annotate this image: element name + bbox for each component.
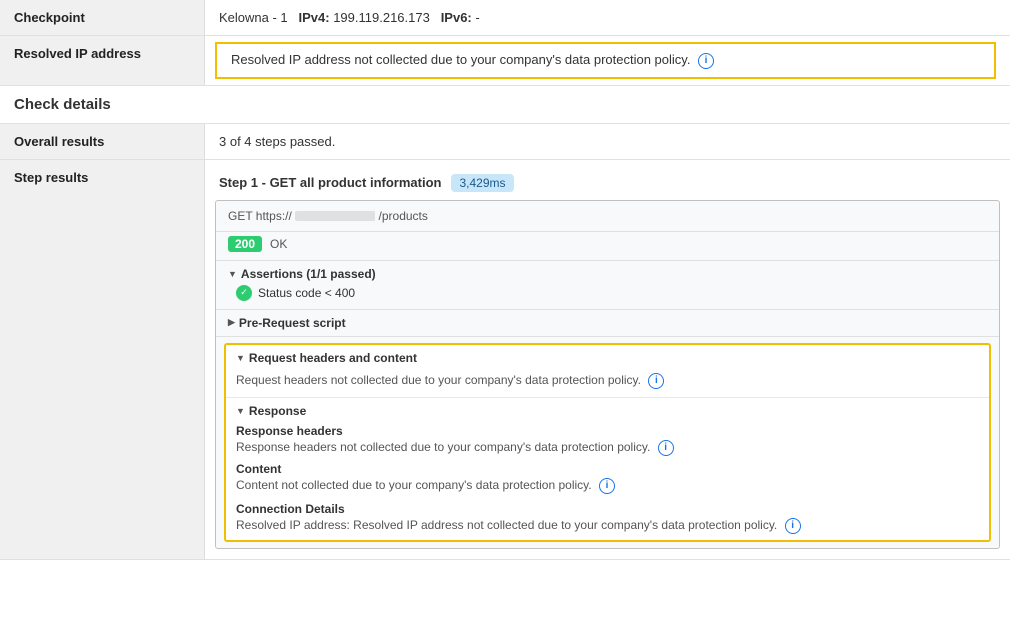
resolved-ip-box: Resolved IP address not collected due to… bbox=[215, 42, 996, 79]
content-message-text: Content not collected due to your compan… bbox=[236, 478, 592, 492]
req-headers-title[interactable]: ▼ Request headers and content bbox=[226, 345, 989, 371]
assertions-title-text: Assertions (1/1 passed) bbox=[241, 267, 376, 281]
assertion-1-text: Status code < 400 bbox=[258, 286, 355, 300]
checkpoint-label: Checkpoint bbox=[0, 0, 205, 35]
req-headers-message: Request headers not collected due to you… bbox=[236, 373, 641, 387]
checkpoint-location: Kelowna - 1 bbox=[219, 10, 288, 25]
pre-request-toggle-icon: ▶ bbox=[228, 317, 235, 328]
req-headers-info-icon[interactable]: i bbox=[648, 373, 664, 389]
response-headers-message: Response headers not collected due to yo… bbox=[236, 440, 650, 454]
step-detail-box: GET https:// /products 200 OK ▼ Assertio… bbox=[215, 200, 1000, 549]
step-duration-badge: 3,429ms bbox=[451, 174, 513, 192]
checkpoint-row: Checkpoint Kelowna - 1 IPv4: 199.119.216… bbox=[0, 0, 1010, 36]
step-header: Step 1 - GET all product information 3,4… bbox=[205, 168, 1010, 200]
assertion-check-icon: ✓ bbox=[236, 285, 252, 301]
overall-results-row: Overall results 3 of 4 steps passed. bbox=[0, 124, 1010, 160]
assertion-item-1: ✓ Status code < 400 bbox=[228, 281, 987, 303]
response-toggle-icon: ▼ bbox=[236, 406, 245, 416]
resolved-ip-row: Resolved IP address Resolved IP address … bbox=[0, 36, 1010, 86]
pre-request-title-text: Pre-Request script bbox=[239, 316, 346, 330]
response-title-text: Response bbox=[249, 404, 306, 418]
content-info-icon[interactable]: i bbox=[599, 478, 615, 494]
connection-details-content: Resolved IP address: Resolved IP address… bbox=[236, 518, 979, 534]
step-results-value-cell: Step 1 - GET all product information 3,4… bbox=[205, 160, 1010, 559]
http-url: https:// bbox=[256, 209, 292, 223]
ipv6-label: IPv6: bbox=[441, 10, 472, 25]
resolved-ip-message: Resolved IP address not collected due to… bbox=[231, 52, 690, 67]
connection-details-info-icon[interactable]: i bbox=[785, 518, 801, 534]
assertions-title[interactable]: ▼ Assertions (1/1 passed) bbox=[228, 267, 987, 281]
assertions-section: ▼ Assertions (1/1 passed) ✓ Status code … bbox=[216, 261, 999, 310]
req-headers-title-text: Request headers and content bbox=[249, 351, 417, 365]
resolved-ip-value-cell: Resolved IP address not collected due to… bbox=[205, 36, 1010, 85]
connection-details-title: Connection Details bbox=[236, 502, 979, 516]
http-url-redacted bbox=[295, 211, 375, 221]
content-title: Content bbox=[236, 462, 979, 476]
status-line: 200 OK bbox=[216, 232, 999, 261]
overall-results-value: 3 of 4 steps passed. bbox=[205, 124, 1010, 159]
pre-request-title[interactable]: ▶ Pre-Request script bbox=[228, 316, 987, 330]
step-results-label: Step results bbox=[0, 160, 205, 559]
response-headers-info-icon[interactable]: i bbox=[658, 440, 674, 456]
step-title: Step 1 - GET all product information bbox=[219, 175, 441, 190]
pre-request-section: ▶ Pre-Request script bbox=[216, 310, 999, 337]
req-headers-content: Request headers not collected due to you… bbox=[226, 371, 989, 397]
ipv4-label: IPv4: bbox=[299, 10, 330, 25]
status-text: OK bbox=[270, 237, 287, 251]
assertions-toggle-icon: ▼ bbox=[228, 269, 237, 279]
step-results-row: Step results Step 1 - GET all product in… bbox=[0, 160, 1010, 560]
http-line: GET https:// /products bbox=[216, 201, 999, 232]
ipv6-value: - bbox=[475, 10, 479, 25]
status-code-badge: 200 bbox=[228, 236, 262, 252]
response-headers-content: Response headers not collected due to yo… bbox=[236, 440, 979, 456]
content-message: Content not collected due to your compan… bbox=[236, 478, 979, 494]
response-section: ▼ Response Response headers Response hea… bbox=[226, 397, 989, 540]
check-details-header: Check details bbox=[0, 86, 1010, 124]
response-title[interactable]: ▼ Response bbox=[236, 404, 979, 418]
ipv4-value: 199.119.216.173 bbox=[333, 10, 430, 25]
http-method: GET bbox=[228, 209, 252, 223]
resolved-ip-info-icon[interactable]: i bbox=[698, 53, 714, 69]
main-container: Checkpoint Kelowna - 1 IPv4: 199.119.216… bbox=[0, 0, 1010, 641]
checkpoint-value: Kelowna - 1 IPv4: 199.119.216.173 IPv6: … bbox=[205, 0, 1010, 35]
connection-details-message: Resolved IP address: Resolved IP address… bbox=[236, 518, 777, 532]
request-headers-section: ▼ Request headers and content Request he… bbox=[224, 343, 991, 542]
response-headers-title: Response headers bbox=[236, 424, 979, 438]
overall-results-label: Overall results bbox=[0, 124, 205, 159]
req-headers-toggle-icon: ▼ bbox=[236, 353, 245, 363]
resolved-ip-label: Resolved IP address bbox=[0, 36, 205, 85]
http-path: /products bbox=[379, 209, 428, 223]
